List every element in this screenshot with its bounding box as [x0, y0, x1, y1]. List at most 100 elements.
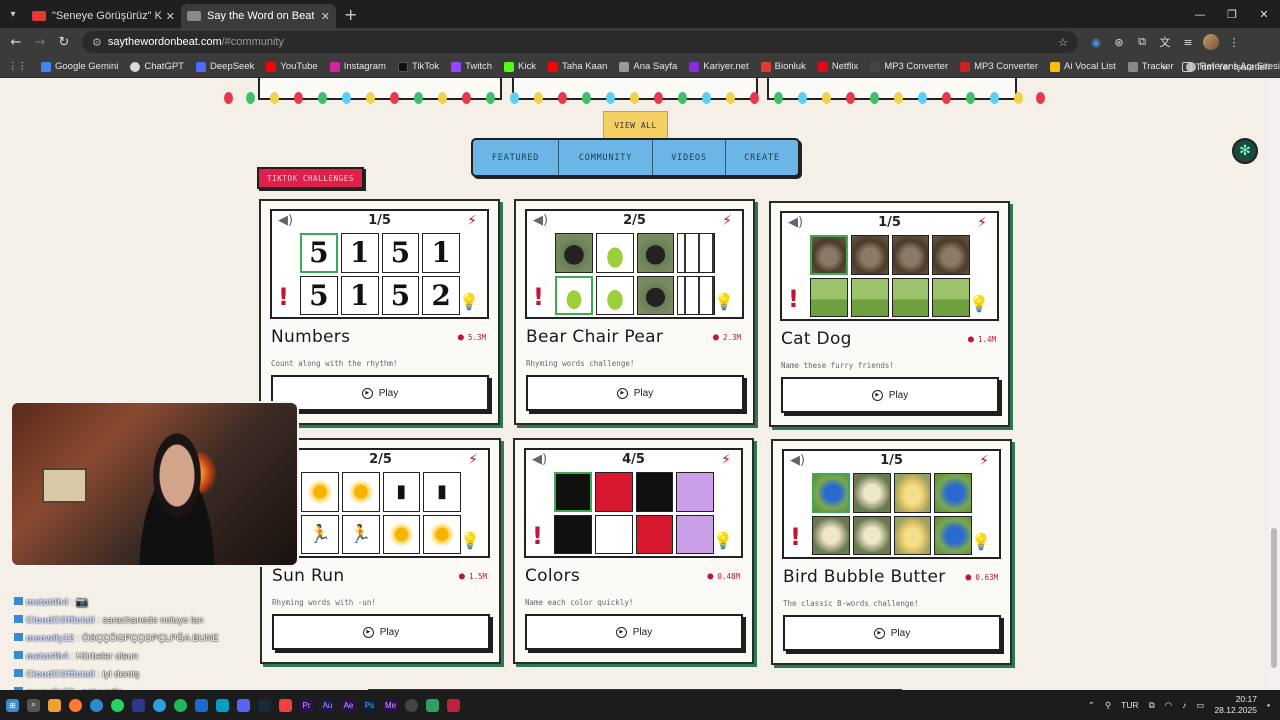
challenge-card[interactable]: ◀) 1/5 ⚡ ! 💡 Cat Dog ● 1.4M Name these fu… — [769, 201, 1010, 427]
close-tab-icon[interactable]: ✕ — [321, 10, 330, 23]
close-tab-icon[interactable]: ✕ — [166, 10, 175, 23]
bookmark-item[interactable]: MP3 Converter — [960, 61, 1038, 72]
browser-tab-1[interactable]: "Seneye Görüşürüz" Kick & Twi ✕ — [26, 4, 181, 28]
translate-icon[interactable]: 文 — [1157, 34, 1173, 50]
bookmark-item[interactable]: Instagram — [329, 61, 386, 72]
telegram-icon[interactable] — [153, 698, 166, 712]
bookmark-item[interactable]: Kariyer.net — [689, 61, 749, 72]
search-icon[interactable]: ⌕ — [27, 698, 40, 712]
audition-icon[interactable]: Au — [321, 698, 334, 712]
tab-videos[interactable]: VIDEOS — [653, 140, 726, 175]
bookmark-item[interactable]: YouTube — [266, 61, 318, 72]
forward-icon[interactable]: → — [28, 35, 52, 50]
media-icon[interactable]: ≡ — [1180, 34, 1196, 50]
steam-icon[interactable] — [258, 698, 271, 712]
challenge-thumbnail[interactable]: ◀) 1/5 ⚡ ! 💡 — [782, 449, 1001, 559]
challenge-thumbnail[interactable]: ◀) 1/5 ⚡ ! 💡 — [780, 211, 999, 321]
bookmark-item[interactable]: DeepSeek — [195, 61, 254, 72]
clock[interactable]: 20:17 28.12.2025 — [1214, 694, 1257, 716]
bookmarks-overflow-icon[interactable]: » — [1162, 62, 1167, 73]
view-all-button[interactable]: VIEW ALL — [603, 111, 668, 139]
play-button[interactable]: ▶ Play — [525, 614, 743, 650]
tray-icon[interactable]: ⚲ — [1105, 700, 1111, 711]
app-icon[interactable] — [195, 698, 208, 712]
menu-kebab-icon[interactable]: ⋮ — [1226, 34, 1242, 50]
challenge-card[interactable]: ◀) 1/5 ⚡ ! 💡 Bird Bubble Butter ● 0.63M T… — [771, 439, 1012, 665]
challenge-thumbnail[interactable]: ◀) 1/5 ⚡ 51515152 ! 💡 — [270, 209, 489, 319]
reload-icon[interactable]: ↻ — [52, 35, 76, 50]
challenge-thumbnail[interactable]: ◀) 2/5 ⚡ ☀☀▮▮🏃🏃☀☀ ! 💡 — [271, 448, 490, 558]
apps-grid-icon[interactable]: ⋮⋮ — [8, 61, 27, 72]
app-icon[interactable] — [426, 698, 439, 712]
after-effects-icon[interactable]: Ae — [342, 698, 355, 712]
tab-featured[interactable]: FEATURED — [473, 140, 559, 175]
image-cell-sun: ☀ — [341, 472, 380, 512]
site-info-icon[interactable]: ⚙ — [92, 36, 102, 49]
media-encoder-icon[interactable]: Me — [384, 698, 397, 712]
play-button[interactable]: ▶ Play — [781, 377, 999, 413]
chat-separator: : — [68, 651, 77, 662]
profile-avatar[interactable] — [1203, 34, 1219, 50]
network-icon[interactable]: ⧉ — [1149, 700, 1155, 711]
bookmark-item[interactable]: Bionluk — [760, 61, 806, 72]
browser-tab-2[interactable]: Say the Word on Beat Game | V ✕ — [181, 4, 336, 28]
app-icon[interactable] — [447, 698, 460, 712]
tab-community[interactable]: COMMUNITY — [559, 140, 653, 175]
extension-icon[interactable]: ◉ — [1088, 34, 1104, 50]
challenge-card[interactable]: ◀) 4/5 ⚡ ! 💡 Colors ● 0.48M Name each col… — [513, 438, 754, 664]
bookmark-item[interactable]: Kick — [504, 61, 536, 72]
play-button[interactable]: ▶ Play — [271, 375, 489, 411]
challenge-thumbnail[interactable]: ◀) 2/5 ⚡ ! 💡 — [525, 209, 744, 319]
bookmark-item[interactable]: Ana Sayfa — [619, 61, 677, 72]
play-button[interactable]: ▶ Play — [272, 614, 490, 650]
bookmark-item[interactable]: TikTok — [397, 61, 439, 72]
close-window-icon[interactable]: ✕ — [1248, 0, 1280, 28]
premiere-icon[interactable]: Pr — [300, 698, 313, 712]
volume-icon[interactable]: ♪ — [1182, 700, 1186, 710]
restore-icon[interactable]: ❐ — [1216, 0, 1248, 28]
language-indicator[interactable]: TUR — [1121, 700, 1138, 710]
challenge-card[interactable]: ◀) 1/5 ⚡ 51515152 ! 💡 Numbers ● 5.3M Coun… — [259, 199, 500, 425]
scrollbar-thumb[interactable] — [1271, 528, 1277, 668]
tab-create[interactable]: CREATE — [726, 140, 798, 175]
challenge-card[interactable]: ◀) 2/5 ⚡ ! 💡 Bear Chair Pear ● 2.3M Rhymi… — [514, 199, 755, 425]
play-button[interactable]: ▶ Play — [526, 375, 744, 411]
chrome-icon[interactable] — [90, 698, 103, 712]
obs-icon[interactable] — [405, 698, 418, 712]
url-field[interactable]: ⚙ saythewordonbeat.com/#community ☆ — [82, 31, 1078, 53]
extensions-puzzle-icon[interactable]: ⧉ — [1134, 34, 1150, 50]
spotify-icon[interactable] — [174, 698, 187, 712]
tab-search-icon[interactable]: ▾ — [0, 0, 26, 28]
whatsapp-icon[interactable] — [111, 698, 124, 712]
tray-chevron-icon[interactable]: ⌃ — [1088, 700, 1095, 711]
file-explorer-icon[interactable] — [48, 698, 61, 712]
notification-icon[interactable]: ▪ — [1267, 700, 1270, 710]
app-icon[interactable] — [279, 698, 292, 712]
bookmark-item[interactable]: Taha Kaan — [547, 61, 607, 72]
wifi-icon[interactable]: ◠ — [1165, 700, 1172, 711]
photoshop-icon[interactable]: Ps — [363, 698, 376, 712]
bookmark-item[interactable]: Netflix — [817, 61, 858, 72]
bookmark-item[interactable]: Google Gemini — [41, 61, 118, 72]
app-icon[interactable] — [216, 698, 229, 712]
discord-icon[interactable] — [237, 698, 250, 712]
start-icon[interactable]: ⊞ — [6, 698, 19, 712]
firefox-icon[interactable] — [69, 698, 82, 712]
challenge-thumbnail[interactable]: ◀) 4/5 ⚡ ! 💡 — [524, 448, 743, 558]
play-button[interactable]: ▶ Play — [783, 615, 1001, 651]
all-bookmarks-folder[interactable]: Tüm Yer İşaretleri — [1181, 62, 1270, 73]
back-icon[interactable]: ← — [4, 35, 28, 50]
page-scrollbar[interactable] — [1268, 78, 1280, 690]
app-icon[interactable] — [132, 698, 145, 712]
extension-icon[interactable]: ⊛ — [1111, 34, 1127, 50]
play-icon: ▶ — [616, 387, 628, 399]
settings-gear-icon[interactable]: ✻ — [1232, 138, 1258, 164]
bookmark-item[interactable]: Twitch — [451, 61, 492, 72]
minimize-icon[interactable]: — — [1184, 0, 1216, 28]
bookmark-star-icon[interactable]: ☆ — [1058, 36, 1068, 49]
bookmark-item[interactable]: Ai Vocal List — [1050, 61, 1116, 72]
battery-icon[interactable]: ▭ — [1196, 700, 1204, 711]
bookmark-item[interactable]: ChatGPT — [130, 61, 184, 72]
bookmark-item[interactable]: MP3 Converter — [870, 61, 948, 72]
new-tab-icon[interactable]: + — [344, 5, 357, 24]
